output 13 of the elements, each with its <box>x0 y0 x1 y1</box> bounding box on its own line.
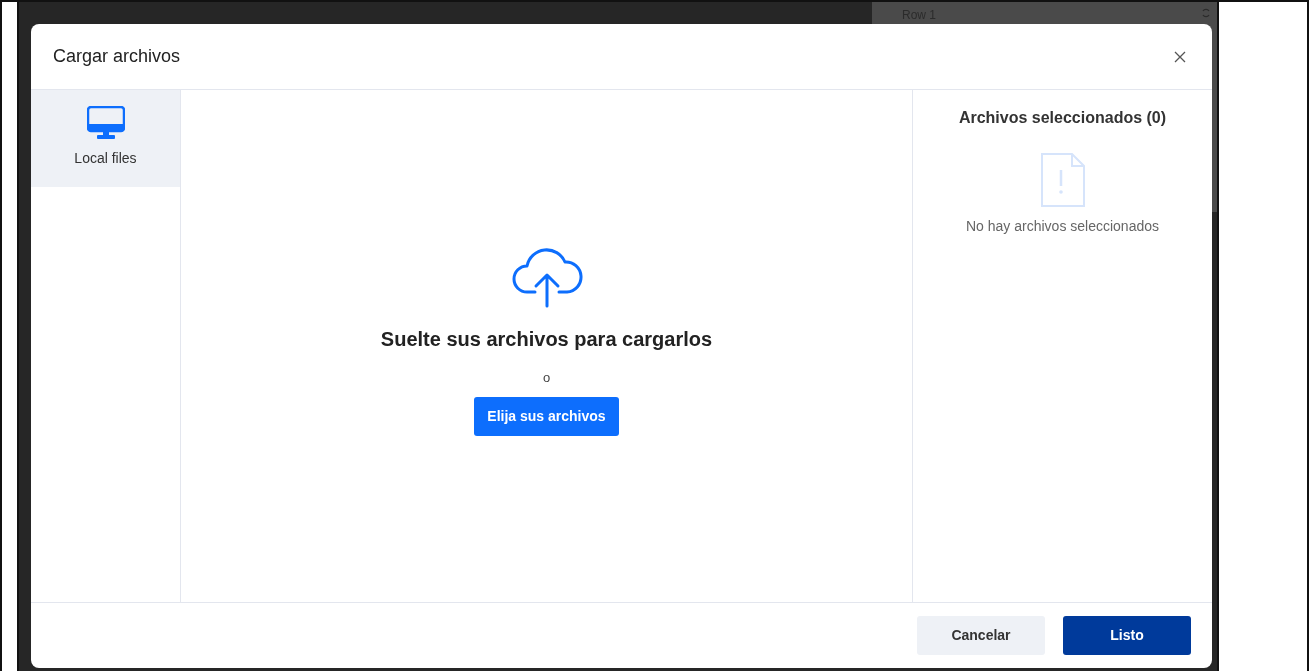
drop-heading: Suelte sus archivos para cargarlos <box>380 326 713 352</box>
source-tab[interactable]: Local files <box>31 90 180 187</box>
done-button[interactable]: Listo <box>1063 616 1191 655</box>
dialog-title: Cargar archivos <box>53 45 181 68</box>
refresh-icon <box>1201 8 1211 18</box>
panel-title: Archivos seleccionados (0) <box>958 108 1167 128</box>
monitor-icon <box>86 106 125 140</box>
choose-files-button[interactable]: Elija sus archivos <box>474 397 619 437</box>
separator-text: o <box>542 368 551 387</box>
cloud-upload-icon <box>510 245 583 308</box>
empty-message: No hay archivos seleccionados <box>966 217 1159 236</box>
cancel-button[interactable]: Cancelar <box>917 616 1045 655</box>
file-warning-icon <box>1039 152 1086 208</box>
